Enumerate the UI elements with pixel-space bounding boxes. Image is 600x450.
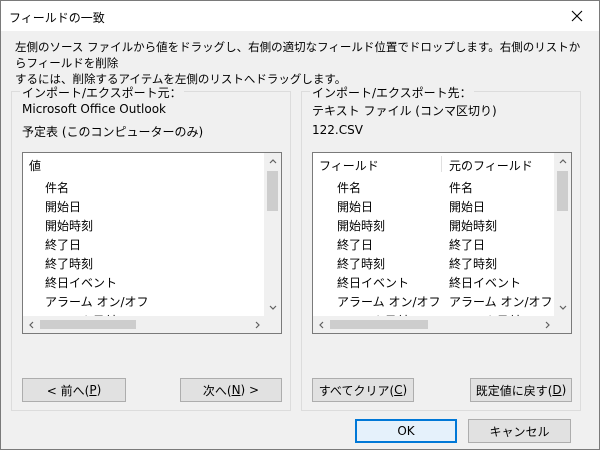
table-row[interactable]: 件名 件名 (313, 179, 556, 198)
target-field-cell: 終日イベント (337, 276, 410, 290)
chevron-left-icon (29, 321, 34, 328)
chevron-down-icon (559, 305, 566, 310)
target-file-name: 122.CSV (312, 123, 363, 137)
chevron-down-icon (269, 305, 276, 310)
scrollbar-thumb[interactable] (557, 171, 568, 211)
instructions-text: 左側のソース ファイルから値をドラッグし、右側の適切なフィールド位置でドロップし… (15, 40, 581, 86)
list-item[interactable]: アラーム オン/オフ (45, 293, 149, 312)
source-vertical-scrollbar[interactable] (264, 153, 281, 316)
list-item[interactable]: 開始時刻 (45, 217, 93, 236)
list-item[interactable]: 終日イベント (45, 274, 117, 293)
mapped-source-cell: 終日イベント (449, 276, 522, 290)
scrollbar-corner (554, 316, 571, 333)
target-field-cell: 開始時刻 (337, 219, 386, 233)
mapped-source-cell: 開始時刻 (449, 219, 498, 233)
source-list-header: 値 (29, 159, 42, 173)
list-item[interactable]: 件名 (45, 179, 69, 198)
restore-defaults-button[interactable]: 既定値に戻す(D) (470, 378, 572, 402)
list-item[interactable]: 終了日 (45, 236, 81, 255)
target-field-cell: 開始日 (337, 200, 374, 214)
close-icon (571, 10, 583, 22)
scroll-left-button[interactable] (313, 316, 330, 333)
next-button[interactable]: 次へ(N) > (180, 378, 282, 402)
target-group: インポート/エクスポート先： テキスト ファイル (コンマ区切り) 122.CS… (301, 84, 581, 411)
table-row[interactable]: 開始時刻 開始時刻 (313, 217, 556, 236)
source-horizontal-scrollbar[interactable] (23, 316, 266, 333)
chevron-left-icon (319, 321, 324, 328)
table-row[interactable]: 開始日 開始日 (313, 198, 556, 217)
list-item[interactable]: 終了時刻 (45, 255, 93, 274)
table-row[interactable]: 終了日 終了日 (313, 236, 556, 255)
column-separator (441, 156, 442, 172)
mapped-source-cell: アラーム オン/オフ (449, 295, 553, 309)
title-bar: フィールドの一致 (1, 1, 599, 31)
target-field-cell: 終了日 (337, 238, 374, 252)
scrollbar-thumb[interactable] (330, 320, 428, 329)
ok-button[interactable]: OK (355, 419, 457, 443)
prev-button[interactable]: < 前へ(P) (22, 378, 126, 402)
target-col-field-header: フィールド (319, 159, 379, 173)
scrollbar-thumb[interactable] (267, 171, 278, 211)
dialog-title: フィールドの一致 (9, 11, 105, 25)
mapped-source-cell: 開始日 (449, 200, 486, 214)
chevron-right-icon (255, 321, 260, 328)
close-button[interactable] (555, 1, 599, 31)
scrollbar-corner (264, 316, 281, 333)
table-row[interactable]: 終日イベント 終日イベント (313, 274, 556, 293)
source-group-label: インポート/エクスポート元： (20, 84, 184, 101)
scroll-left-button[interactable] (23, 316, 40, 333)
target-horizontal-scrollbar[interactable] (313, 316, 556, 333)
table-row[interactable]: アラーム オン/オフ アラーム オン/オフ (313, 293, 556, 312)
target-file-type: テキスト ファイル (コンマ区切り) (312, 104, 497, 118)
chevron-right-icon (545, 321, 550, 328)
target-vertical-scrollbar[interactable] (554, 153, 571, 316)
mapped-source-cell: 終了日 (449, 238, 486, 252)
target-group-label: インポート/エクスポート先： (310, 84, 474, 101)
mapped-source-cell: 件名 (449, 181, 474, 195)
clear-all-button[interactable]: すべてクリア(C) (312, 378, 414, 402)
target-col-source-header: 元のフィールド (449, 159, 533, 173)
table-row[interactable]: 終了時刻 終了時刻 (313, 255, 556, 274)
scrollbar-thumb[interactable] (40, 320, 136, 329)
chevron-up-icon (269, 159, 276, 164)
field-mapping-dialog: フィールドの一致 左側のソース ファイルから値をドラッグし、右側の適切なフィール… (0, 0, 600, 450)
scroll-up-button[interactable] (264, 153, 281, 170)
target-fields-list[interactable]: フィールド 元のフィールド 件名 件名 開始日 開始日 開始時刻 開始時刻 終了日 終了日 終了… (312, 152, 572, 334)
scroll-down-button[interactable] (264, 299, 281, 316)
source-app-name: Microsoft Office Outlook (22, 102, 166, 116)
target-field-cell: 件名 (337, 181, 362, 195)
list-item[interactable]: 開始日 (45, 198, 81, 217)
scroll-down-button[interactable] (554, 299, 571, 316)
target-field-cell: 終了時刻 (337, 257, 386, 271)
chevron-up-icon (559, 159, 566, 164)
source-values-list[interactable]: 値 件名開始日開始時刻終了日終了時刻終日イベントアラーム オン/オフアラーム日付 (22, 152, 282, 334)
mapped-source-cell: 終了時刻 (449, 257, 498, 271)
cancel-button[interactable]: キャンセル (468, 419, 571, 443)
source-folder-name: 予定表 (このコンピューターのみ) (22, 125, 204, 139)
source-group: インポート/エクスポート元： Microsoft Office Outlook … (11, 84, 291, 411)
scroll-up-button[interactable] (554, 153, 571, 170)
target-field-cell: アラーム オン/オフ (337, 295, 441, 309)
